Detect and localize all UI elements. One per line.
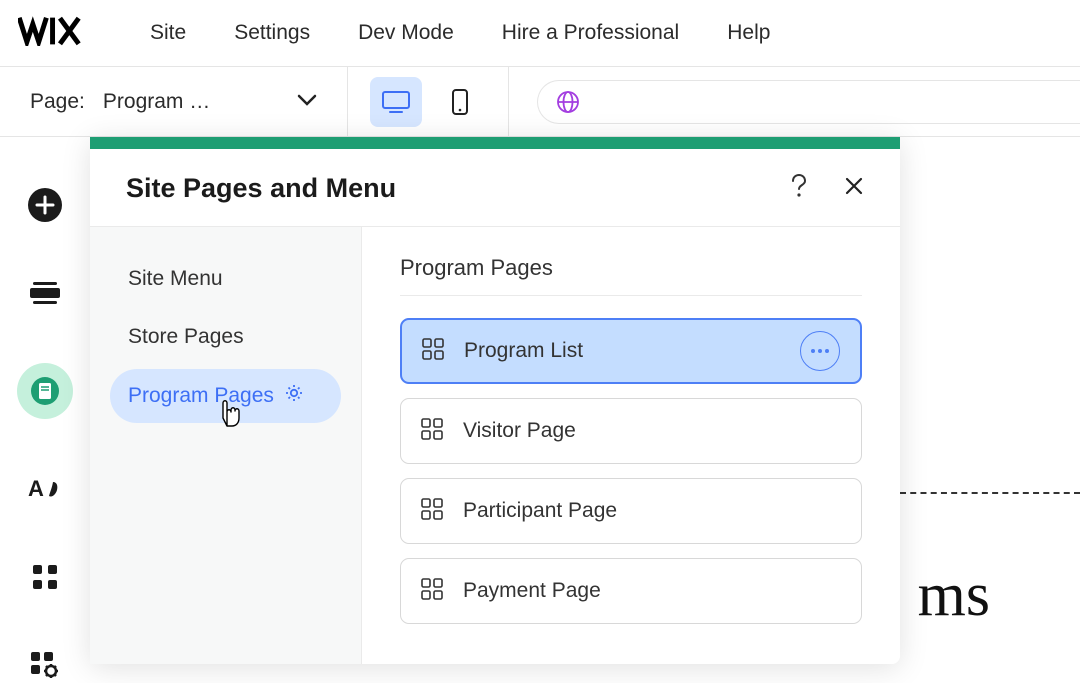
page-icon <box>30 376 60 406</box>
ellipsis-icon <box>810 348 830 354</box>
pages-button[interactable] <box>17 363 73 419</box>
gear-icon <box>284 383 304 409</box>
sections-button[interactable] <box>27 275 63 311</box>
page-card-label: Payment Page <box>463 579 841 603</box>
panel-accent-stripe <box>90 137 900 149</box>
sidebar-item-site-menu[interactable]: Site Menu <box>110 253 341 305</box>
wix-logo[interactable] <box>18 16 95 51</box>
page-card-label: Program List <box>464 339 800 363</box>
apps-gear-icon <box>30 651 60 679</box>
preview-text-fragment: ms <box>918 560 990 631</box>
panel-title: Site Pages and Menu <box>126 173 396 204</box>
menu-hire[interactable]: Hire a Professional <box>502 21 679 45</box>
chevron-down-icon <box>297 93 317 111</box>
sidebar-item-label: Site Menu <box>128 267 223 291</box>
apps-button[interactable] <box>27 559 63 595</box>
page-card-visitor-page[interactable]: Visitor Page <box>400 398 862 464</box>
sidebar-item-store-pages[interactable]: Store Pages <box>110 311 341 363</box>
panel-help-button[interactable] <box>790 173 808 204</box>
mobile-icon <box>451 88 469 116</box>
panel-header: Site Pages and Menu <box>90 149 900 227</box>
help-icon <box>790 173 808 199</box>
url-bar[interactable] <box>537 80 1080 124</box>
dynamic-page-icon <box>421 498 449 525</box>
page-card-payment-page[interactable]: Payment Page <box>400 558 862 624</box>
dynamic-page-icon <box>421 418 449 445</box>
page-card-program-list[interactable]: Program List <box>400 318 862 384</box>
app-settings-button[interactable] <box>27 647 63 683</box>
desktop-icon <box>381 90 411 114</box>
globe-icon <box>556 90 580 114</box>
design-icon: A <box>28 474 62 504</box>
top-menu-bar: Site Settings Dev Mode Hire a Profession… <box>0 0 1080 67</box>
menu-settings[interactable]: Settings <box>234 21 310 45</box>
editor-toolbar: Page: Program … <box>0 67 1080 137</box>
page-selector-label: Page: <box>30 90 85 114</box>
apps-grid-icon <box>32 564 58 590</box>
pages-panel: Site Pages and Menu Site Menu Store Page… <box>90 137 900 664</box>
page-more-button[interactable] <box>800 331 840 371</box>
page-card-participant-page[interactable]: Participant Page <box>400 478 862 544</box>
preview-dashed-line <box>900 492 1080 494</box>
desktop-view-button[interactable] <box>370 77 422 127</box>
plus-circle-icon <box>27 187 63 223</box>
add-element-button[interactable] <box>27 187 63 223</box>
main-menu: Site Settings Dev Mode Hire a Profession… <box>150 21 770 45</box>
sidebar-item-label: Program Pages <box>128 384 274 408</box>
dynamic-page-icon <box>421 578 449 605</box>
sidebar-item-program-pages[interactable]: Program Pages <box>110 369 341 423</box>
section-title: Program Pages <box>400 255 862 296</box>
left-tool-rail: A <box>0 137 90 683</box>
page-card-label: Participant Page <box>463 499 841 523</box>
dynamic-page-icon <box>422 338 450 365</box>
design-button[interactable]: A <box>27 471 63 507</box>
sections-icon <box>30 282 60 304</box>
menu-site[interactable]: Site <box>150 21 186 45</box>
mobile-view-button[interactable] <box>434 77 486 127</box>
sidebar-item-label: Store Pages <box>128 325 244 349</box>
close-icon <box>844 176 864 196</box>
pages-list: Program List Visitor Page <box>400 318 862 624</box>
page-selector[interactable]: Page: Program … <box>0 67 348 136</box>
svg-text:A: A <box>28 476 44 501</box>
panel-main: Program Pages Program List <box>362 227 900 664</box>
menu-dev-mode[interactable]: Dev Mode <box>358 21 454 45</box>
menu-help[interactable]: Help <box>727 21 770 45</box>
url-bar-area <box>509 67 1080 136</box>
panel-close-button[interactable] <box>844 176 864 201</box>
page-card-label: Visitor Page <box>463 419 841 443</box>
page-selector-value: Program … <box>103 90 285 114</box>
device-toggle <box>348 67 509 136</box>
panel-sidebar: Site Menu Store Pages Program Pages <box>90 227 362 664</box>
